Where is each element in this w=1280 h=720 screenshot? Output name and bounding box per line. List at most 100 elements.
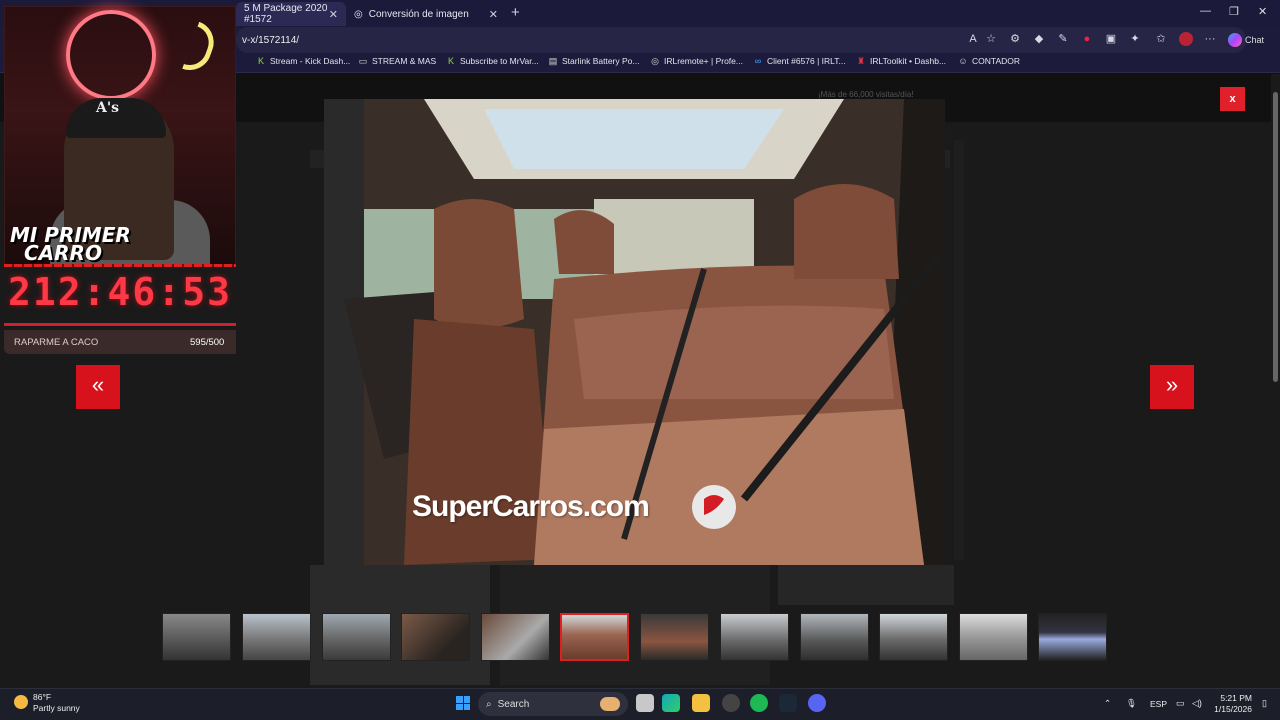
url-field[interactable]: v-x/1572114/ bbox=[236, 27, 1246, 53]
network-icon[interactable]: ▭ bbox=[1176, 698, 1185, 709]
thumbnail[interactable] bbox=[1038, 613, 1107, 661]
thumbnail[interactable] bbox=[720, 613, 789, 661]
obs-icon[interactable] bbox=[722, 694, 740, 712]
weather-desc: Partly sunny bbox=[33, 703, 80, 713]
page-icon: ▤ bbox=[548, 56, 558, 66]
bookmark-item[interactable]: ◎ IRLremote+ | Profe... bbox=[650, 56, 743, 66]
favorite-star-icon[interactable]: ☆ bbox=[984, 32, 998, 46]
taskbar-search[interactable]: ⌕ Search bbox=[478, 692, 628, 716]
stream-banner: MI PRIMER CARRO bbox=[10, 225, 131, 263]
kick-icon: K bbox=[447, 56, 454, 66]
bookmark-label: Stream - Kick Dash... bbox=[270, 56, 351, 66]
tab-title: 5 M Package 2020 #1572 bbox=[244, 3, 328, 25]
new-tab-icon[interactable]: + bbox=[511, 4, 520, 21]
globe-icon: ◎ bbox=[651, 56, 659, 66]
thumbnail[interactable] bbox=[242, 613, 311, 661]
thumbnail[interactable] bbox=[162, 613, 231, 661]
task-view-icon[interactable] bbox=[636, 694, 654, 712]
contador-icon: ☺ bbox=[958, 56, 968, 66]
minimize-icon[interactable]: — bbox=[1200, 5, 1211, 17]
bookmark-item[interactable]: ▤ Starlink Battery Po... bbox=[548, 56, 640, 66]
maximize-icon[interactable]: ❐ bbox=[1229, 5, 1239, 18]
extension-icon[interactable]: ◆ bbox=[1032, 32, 1046, 46]
bookmark-item[interactable]: ▭ STREAM & MAS bbox=[358, 56, 437, 66]
thumbnail[interactable] bbox=[879, 613, 948, 661]
tab-conversion[interactable]: ◎ Conversión de imagen ✕ bbox=[346, 2, 506, 26]
tab-active[interactable]: 5 M Package 2020 #1572 ✕ bbox=[236, 2, 346, 26]
thumbnail[interactable] bbox=[322, 613, 391, 661]
bookmark-label: Client #6576 | IRLT... bbox=[767, 56, 846, 66]
chevron-up-icon[interactable]: ⌃ bbox=[1104, 698, 1111, 709]
bookmark-label: CONTADOR bbox=[972, 56, 1021, 66]
extension-icon[interactable]: ▣ bbox=[1104, 32, 1118, 46]
taskbar-clock[interactable]: 5:21 PM 1/15/2026 bbox=[1208, 693, 1252, 715]
folder-icon: ▭ bbox=[358, 56, 368, 66]
close-tab-icon[interactable]: ✕ bbox=[329, 8, 338, 21]
sidebar-ghost bbox=[954, 140, 964, 560]
bookmark-label: IRLremote+ | Profe... bbox=[664, 56, 743, 66]
read-aloud-icon[interactable]: A bbox=[966, 32, 980, 46]
bookmark-label: Subscribe to MrVar... bbox=[460, 56, 539, 66]
volume-icon[interactable]: ◁) bbox=[1192, 698, 1202, 709]
neon-sign bbox=[66, 10, 156, 100]
divider bbox=[4, 264, 236, 267]
search-highlight-icon bbox=[600, 697, 620, 711]
notifications-icon[interactable]: ▯ bbox=[1262, 698, 1267, 709]
prev-image-button[interactable]: « bbox=[76, 365, 120, 409]
supercarros-watermark: SuperCarros.com bbox=[412, 490, 650, 523]
url-text: v-x/1572114/ bbox=[242, 34, 300, 46]
steam-icon[interactable] bbox=[779, 694, 797, 712]
scrollbar-thumb[interactable] bbox=[1273, 92, 1278, 382]
stream-timer: 212:46:53 bbox=[8, 270, 232, 314]
thumbnail-strip bbox=[162, 613, 1108, 661]
bookmark-item[interactable]: K Stream - Kick Dash... bbox=[256, 56, 350, 66]
copilot-chat-button[interactable]: Chat bbox=[1228, 30, 1274, 50]
map-ghost bbox=[778, 565, 954, 605]
bookmark-label: IRLToolkit • Dashb... bbox=[870, 56, 947, 66]
profile-avatar-icon[interactable] bbox=[1179, 32, 1193, 46]
close-window-icon[interactable]: ✕ bbox=[1258, 5, 1267, 18]
cap-logo: A's bbox=[96, 100, 120, 116]
discord-icon[interactable] bbox=[808, 694, 826, 712]
edge-icon[interactable] bbox=[662, 694, 680, 712]
bookmark-item[interactable]: ♜ IRLToolkit • Dashb... bbox=[856, 56, 946, 66]
goal-count: 595/500 bbox=[190, 337, 225, 348]
extension-icon[interactable]: ✎ bbox=[1056, 32, 1070, 46]
extension-icon[interactable]: ● bbox=[1080, 32, 1094, 46]
clock-time: 5:21 PM bbox=[1220, 693, 1252, 703]
bookmark-item[interactable]: ∞ Client #6576 | IRLT... bbox=[753, 56, 846, 66]
thumbnail[interactable] bbox=[800, 613, 869, 661]
start-windows-icon[interactable] bbox=[456, 696, 470, 710]
copilot-icon bbox=[1228, 33, 1242, 47]
language-indicator[interactable]: ESP bbox=[1150, 699, 1167, 709]
spotify-icon[interactable] bbox=[750, 694, 768, 712]
close-tab-icon[interactable]: ✕ bbox=[489, 8, 498, 21]
tab-title: Conversión de imagen bbox=[368, 8, 469, 20]
thumbnail[interactable] bbox=[959, 613, 1028, 661]
next-image-button[interactable]: » bbox=[1150, 365, 1194, 409]
weather-widget[interactable]: 86°F Partly sunny bbox=[33, 692, 80, 714]
chat-label: Chat bbox=[1245, 35, 1265, 45]
visits-text: ¡Más de 66,000 visitas/día! bbox=[818, 90, 914, 99]
bookmark-item[interactable]: ☺ CONTADOR bbox=[958, 56, 1020, 66]
lightbox-close-button[interactable]: x bbox=[1220, 87, 1245, 111]
thumbnail[interactable] bbox=[401, 613, 470, 661]
irltoolkit-icon: ♜ bbox=[856, 56, 866, 66]
search-icon: ⌕ bbox=[486, 698, 492, 710]
thumbnail-active[interactable] bbox=[560, 613, 629, 661]
weather-icon[interactable] bbox=[14, 695, 28, 709]
more-menu-icon[interactable]: ··· bbox=[1203, 32, 1217, 46]
thumbnail[interactable] bbox=[640, 613, 709, 661]
kick-icon: K bbox=[257, 56, 264, 66]
globe-icon: ◎ bbox=[354, 8, 363, 20]
goal-label: RAPARME A CACO bbox=[14, 337, 99, 348]
bookmark-item[interactable]: K Subscribe to MrVar... bbox=[446, 56, 539, 66]
search-placeholder: Search bbox=[497, 698, 530, 710]
favorites-icon[interactable]: ✩ bbox=[1154, 32, 1168, 46]
file-explorer-icon[interactable] bbox=[692, 694, 710, 712]
extension-icon[interactable]: ⚙ bbox=[1008, 32, 1022, 46]
weather-temp: 86°F bbox=[33, 692, 52, 702]
microphone-icon[interactable]: 🎙 bbox=[1126, 698, 1137, 709]
thumbnail[interactable] bbox=[481, 613, 550, 661]
extensions-puzzle-icon[interactable]: ✦ bbox=[1128, 32, 1142, 46]
